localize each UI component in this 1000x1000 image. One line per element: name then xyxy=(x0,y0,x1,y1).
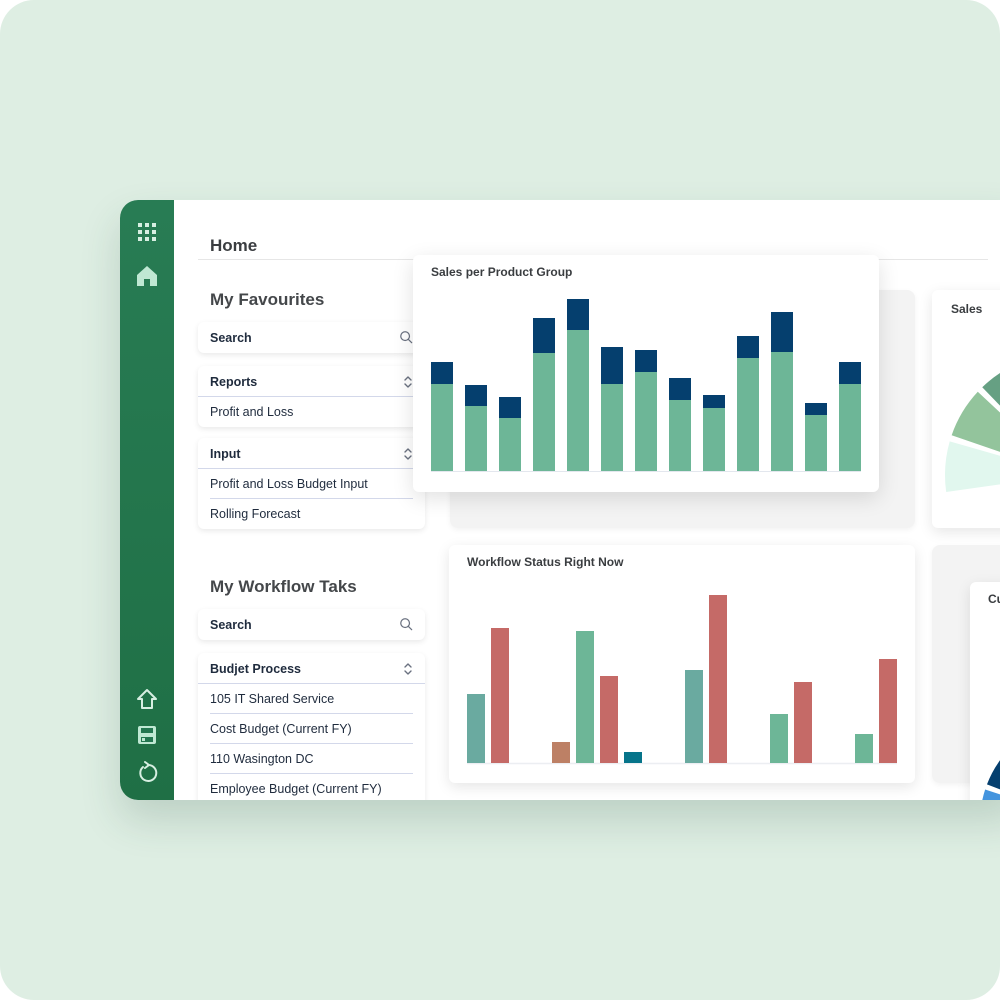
refresh-icon[interactable] xyxy=(135,760,159,784)
bar-top-9[interactable] xyxy=(703,395,725,408)
list-item[interactable]: Employee Budget (Current FY) xyxy=(210,774,413,800)
search-icon[interactable] xyxy=(399,617,413,631)
workflow-search[interactable]: Search xyxy=(198,609,425,640)
bar-top-4[interactable] xyxy=(533,318,555,353)
group-label: Input xyxy=(210,447,241,461)
bar-group2-3[interactable] xyxy=(600,676,618,763)
workflow-title: My Workflow Taks xyxy=(210,577,357,596)
list-item[interactable]: Cost Budget (Current FY) xyxy=(210,714,413,744)
list-item[interactable]: 110 Wasington DC xyxy=(210,744,413,774)
sales-card: Sales xyxy=(932,290,1000,528)
search-icon[interactable] xyxy=(399,330,413,344)
favourites-group-reports: Reports Profit and Loss xyxy=(198,366,425,427)
workflow-chart-card: Workflow Status Right Now xyxy=(449,545,915,783)
bar-group4-2[interactable] xyxy=(794,682,812,763)
save-icon[interactable] xyxy=(135,723,159,747)
favourites-group-input: Input Profit and Loss Budget Input Rolli… xyxy=(198,438,425,529)
favourites-title: My Favourites xyxy=(210,290,325,309)
bar-top-12[interactable] xyxy=(805,403,827,415)
sales-per-product-card: Sales per Product Group xyxy=(413,255,879,492)
bar-group2-4[interactable] xyxy=(624,752,642,763)
list-item[interactable]: Profit and Loss Budget Input xyxy=(210,469,413,499)
group-header[interactable]: Budjet Process xyxy=(198,653,425,684)
bar-group1-2[interactable] xyxy=(491,628,509,763)
cu-card: Cu xyxy=(970,582,1000,800)
bar-top-10[interactable] xyxy=(737,336,759,358)
list-item[interactable]: 105 IT Shared Service xyxy=(210,684,413,714)
bar-top-2[interactable] xyxy=(465,385,487,406)
bar-base-12[interactable] xyxy=(805,415,827,471)
bar-group4-1[interactable] xyxy=(770,714,788,763)
chevron-up-down-icon[interactable] xyxy=(403,374,413,390)
chevron-up-down-icon[interactable] xyxy=(403,661,413,677)
bar-group5-2[interactable] xyxy=(879,659,897,763)
apps-grid-icon[interactable] xyxy=(135,220,159,244)
chevron-up-down-icon[interactable] xyxy=(403,446,413,462)
bar-top-5[interactable] xyxy=(567,299,589,330)
bar-group5-1[interactable] xyxy=(855,734,873,763)
app-window: Home My Favourites Search Reports Profit… xyxy=(120,200,1000,800)
bar-top-13[interactable] xyxy=(839,362,861,384)
page-title: Home xyxy=(210,236,258,255)
bar-base-4[interactable] xyxy=(533,353,555,471)
main-content: Home My Favourites Search Reports Profit… xyxy=(174,200,1000,800)
bar-top-8[interactable] xyxy=(669,378,691,400)
bar-top-6[interactable] xyxy=(601,347,623,384)
bar-group2-1[interactable] xyxy=(552,742,570,763)
workflow-group-budget: Budjet Process 105 IT Shared Service Cos… xyxy=(198,653,425,800)
cu-pie-chart xyxy=(980,760,1000,800)
list-item[interactable]: Profit and Loss xyxy=(210,397,413,427)
bar-base-8[interactable] xyxy=(669,400,691,471)
bar-base-9[interactable] xyxy=(703,408,725,471)
bar-base-13[interactable] xyxy=(839,384,861,471)
group-header[interactable]: Reports xyxy=(198,366,425,397)
group-label: Budjet Process xyxy=(210,662,302,676)
group-header[interactable]: Input xyxy=(198,438,425,469)
bar-top-7[interactable] xyxy=(635,350,657,372)
bar-base-1[interactable] xyxy=(431,384,453,471)
bar-group1-1[interactable] xyxy=(467,694,485,763)
bar-base-6[interactable] xyxy=(601,384,623,471)
bar-base-5[interactable] xyxy=(567,330,589,471)
favourites-search[interactable]: Search xyxy=(198,322,425,353)
favourites-search-label: Search xyxy=(210,331,252,345)
bar-base-11[interactable] xyxy=(771,352,793,471)
workflow-search-label: Search xyxy=(210,618,252,632)
bar-group3-1[interactable] xyxy=(685,670,703,763)
sales-pie-chart xyxy=(945,373,1000,492)
bar-base-2[interactable] xyxy=(465,406,487,471)
pie-slice-1[interactable] xyxy=(980,789,1000,800)
bar-base-7[interactable] xyxy=(635,372,657,471)
home-filled-icon[interactable] xyxy=(135,264,159,288)
workflow-chart xyxy=(467,595,897,765)
bar-group2-2[interactable] xyxy=(576,631,594,763)
bar-base-3[interactable] xyxy=(499,418,521,471)
background: Home My Favourites Search Reports Profit… xyxy=(0,0,1000,1000)
home-outline-icon[interactable] xyxy=(135,687,159,711)
sales-per-product-chart xyxy=(431,299,861,472)
bar-group3-2[interactable] xyxy=(709,595,727,763)
bar-top-11[interactable] xyxy=(771,312,793,352)
list-item[interactable]: Rolling Forecast xyxy=(210,499,413,529)
bar-top-1[interactable] xyxy=(431,362,453,384)
bar-base-10[interactable] xyxy=(737,358,759,471)
bar-top-3[interactable] xyxy=(499,397,521,418)
nav-rail xyxy=(120,200,174,800)
group-label: Reports xyxy=(210,375,258,389)
